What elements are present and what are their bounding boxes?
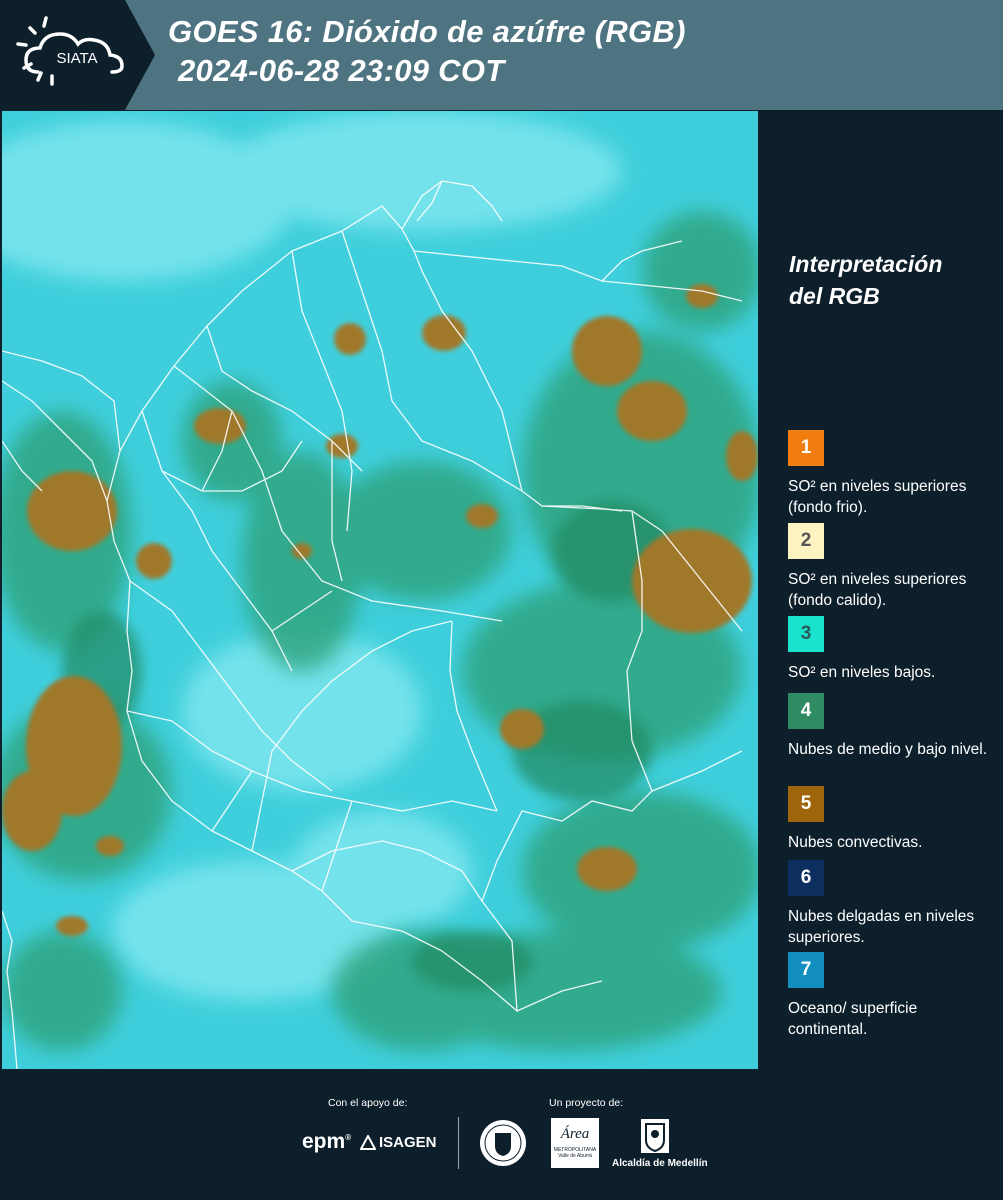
footer-divider xyxy=(458,1117,459,1169)
legend-swatch: 2 xyxy=(788,523,824,559)
legend-title: Interpretación del RGB xyxy=(789,248,989,312)
medellin-seal-logo xyxy=(478,1118,528,1173)
legend-panel: Interpretación del RGB 1 SO² en niveles s… xyxy=(760,110,1003,1070)
legend-swatch: 5 xyxy=(788,786,824,822)
epm-logo-text: epm xyxy=(302,1130,346,1153)
legend-item: 6 Nubes delgadas en niveles superiores. xyxy=(788,860,998,948)
legend-title-line1: Interpretación xyxy=(789,251,943,277)
support-label: Con el apoyo de: xyxy=(328,1097,408,1109)
isagen-logo: ISAGEN xyxy=(360,1134,437,1151)
page-timestamp: 2024-06-28 23:09 COT xyxy=(178,53,505,88)
legend-item: 4 Nubes de medio y bajo nivel. xyxy=(788,693,998,760)
project-label: Un proyecto de: xyxy=(549,1097,624,1109)
legend-item: 3 SO² en niveles bajos. xyxy=(788,616,998,683)
header-bar: SIATA GOES 16: Dióxido de azúfre (RGB) 2… xyxy=(0,0,1003,110)
legend-item-text: Nubes de medio y bajo nivel. xyxy=(788,741,988,758)
legend-swatch: 6 xyxy=(788,860,824,896)
legend-item-text: Nubes convectivas. xyxy=(788,834,923,851)
legend-item: 5 Nubes convectivas. xyxy=(788,786,998,853)
legend-item: 7 Oceano/ superficie continental. xyxy=(788,952,998,1040)
legend-swatch: 3 xyxy=(788,616,824,652)
legend-item-text: SO² en niveles superiores (fondo calido)… xyxy=(788,571,967,609)
isagen-logo-text: ISAGEN xyxy=(379,1134,437,1151)
legend-item-text: Nubes delgadas en niveles superiores. xyxy=(788,908,975,946)
alcaldia-seal-icon xyxy=(640,1118,670,1159)
legend-swatch: 1 xyxy=(788,430,824,466)
siata-logo: SIATA xyxy=(0,0,155,110)
legend-item-text: Oceano/ superficie continental. xyxy=(788,1000,918,1038)
epm-logo: epm® xyxy=(302,1130,352,1153)
legend-item-text: SO² en niveles bajos. xyxy=(788,664,936,681)
area-logo-subtext-2: Valle de Aburrá xyxy=(558,1153,592,1159)
satellite-map xyxy=(2,111,758,1069)
footer: Con el apoyo de: Un proyecto de: epm® IS… xyxy=(0,1070,1003,1200)
legend-swatch: 7 xyxy=(788,952,824,988)
area-metropolitana-logo: Área METROPOLITANA Valle de Aburrá xyxy=(551,1118,599,1168)
alcaldia-label: Alcaldía de Medellín xyxy=(612,1158,708,1169)
page-title: GOES 16: Dióxido de azúfre (RGB) xyxy=(168,14,686,49)
legend-swatch: 4 xyxy=(788,693,824,729)
legend-item-text: SO² en niveles superiores (fondo frio). xyxy=(788,478,967,516)
siata-logo-text: SIATA xyxy=(56,50,97,67)
isagen-icon xyxy=(360,1134,376,1150)
legend-item: 1 SO² en niveles superiores (fondo frio). xyxy=(788,430,998,518)
area-logo-text: Área xyxy=(560,1126,590,1142)
legend-item: 2 SO² en niveles superiores (fondo calido… xyxy=(788,523,998,611)
legend-title-line2: del RGB xyxy=(789,283,880,309)
